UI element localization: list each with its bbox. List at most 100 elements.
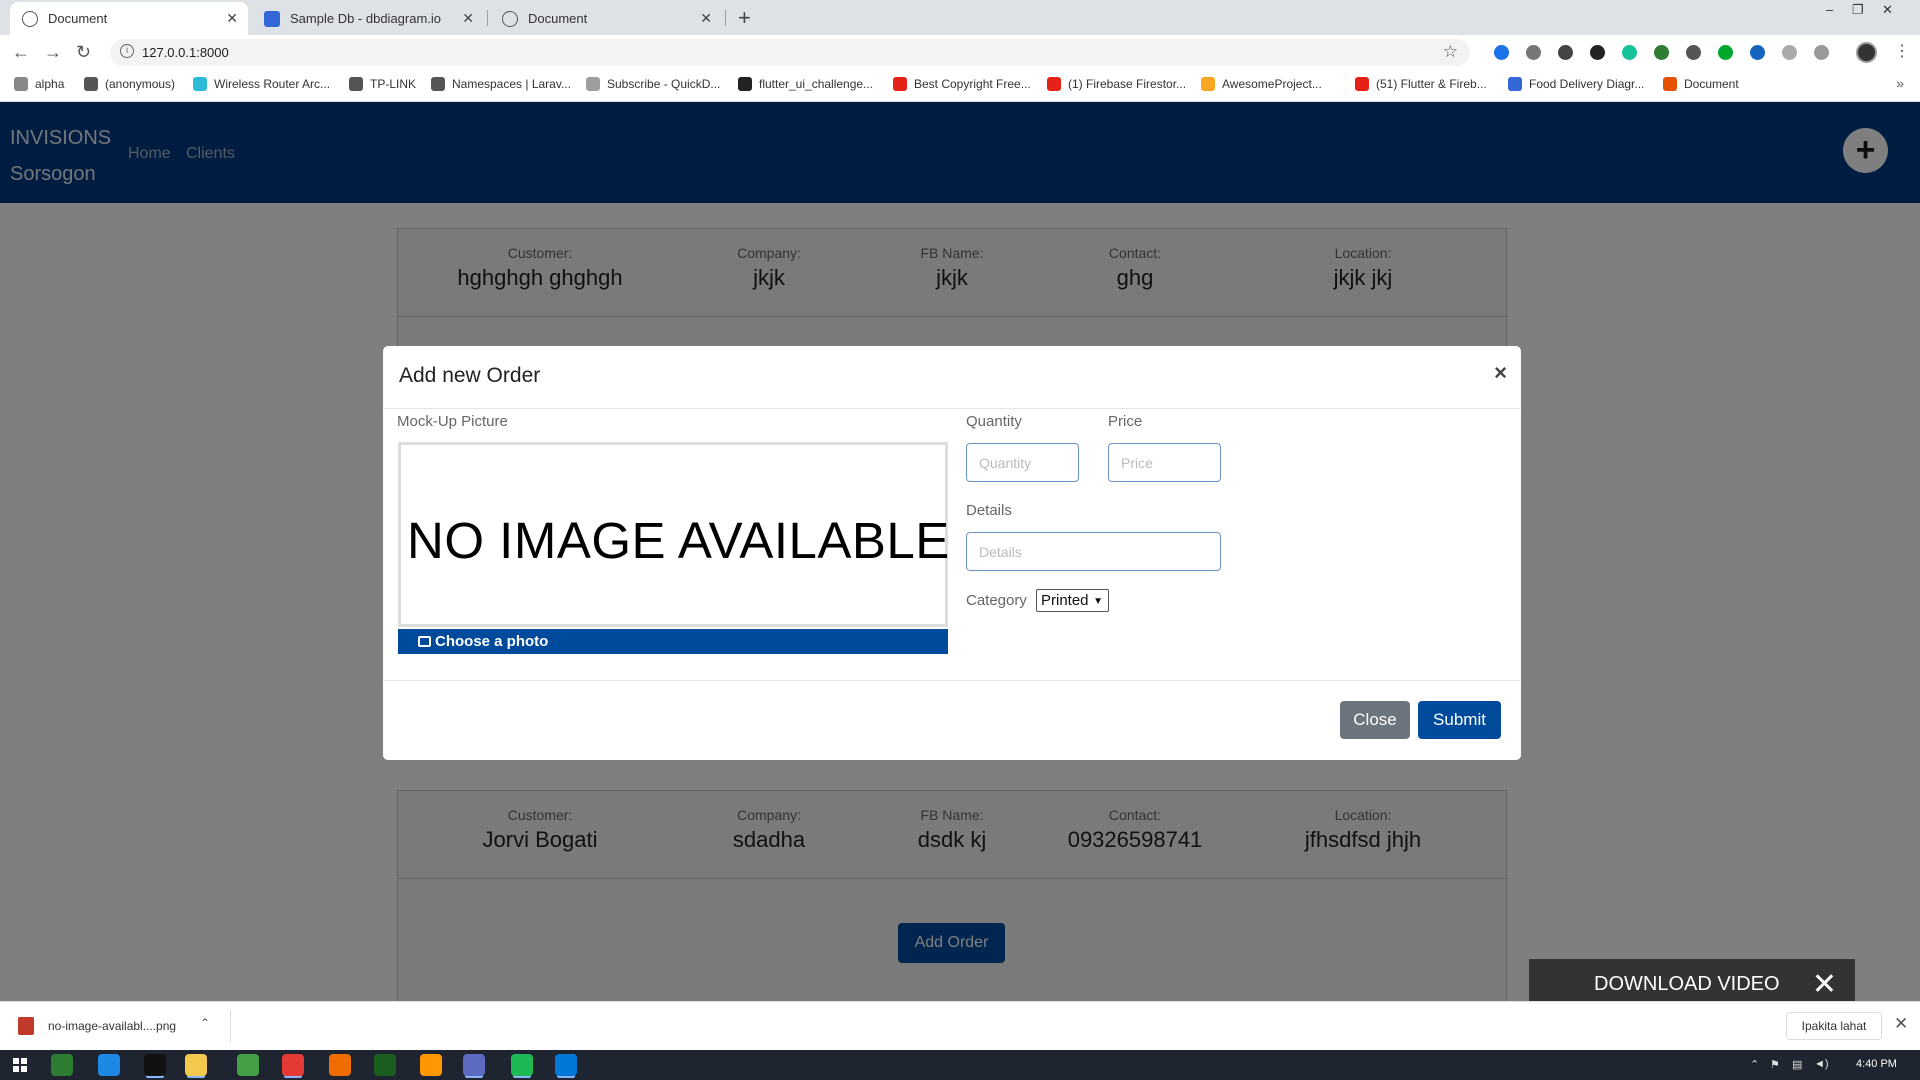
window-close-button[interactable]: ✕: [1882, 2, 1893, 18]
modal-title: Add new Order: [399, 364, 541, 387]
volume-icon[interactable]: ◄): [1814, 1058, 1829, 1070]
taskbar-app-icon[interactable]: [237, 1054, 259, 1076]
web-page: INVISIONS Sorsogon Home Clients + Custom…: [0, 102, 1920, 1001]
network-icon[interactable]: ▤: [1792, 1058, 1802, 1071]
mockup-label: Mock-Up Picture: [397, 413, 508, 430]
reload-icon[interactable]: ↻: [76, 42, 91, 63]
bookmark-favicon-icon: [431, 77, 445, 91]
chevron-down-icon: ▼: [1093, 596, 1103, 607]
extension-icon[interactable]: [1494, 45, 1509, 60]
details-input[interactable]: [966, 532, 1221, 571]
bookmark-item[interactable]: TP-LINK: [349, 77, 416, 91]
choose-photo-label: Choose a photo: [435, 633, 549, 650]
extension-icon[interactable]: [1590, 45, 1605, 60]
tab-close-icon[interactable]: ✕: [462, 10, 474, 27]
bookmark-item[interactable]: (anonymous): [84, 77, 175, 91]
extension-icon[interactable]: [1750, 45, 1765, 60]
price-input[interactable]: [1108, 443, 1221, 482]
close-button[interactable]: Close: [1340, 701, 1410, 739]
bookmark-item[interactable]: Best Copyright Free...: [893, 77, 1031, 91]
taskbar-app-icon[interactable]: [374, 1054, 396, 1076]
tab-close-icon[interactable]: ✕: [226, 10, 238, 27]
tab-close-icon[interactable]: ✕: [700, 10, 712, 27]
bookmark-label: TP-LINK: [370, 77, 417, 91]
bookmark-favicon-icon: [586, 77, 600, 91]
bookmark-item[interactable]: (51) Flutter & Fireb...: [1355, 77, 1487, 91]
quantity-input[interactable]: [966, 443, 1079, 482]
choose-photo-button[interactable]: Choose a photo: [398, 629, 948, 654]
tray-flag-icon[interactable]: ⚑: [1770, 1058, 1780, 1071]
tab-document-active[interactable]: Document ✕: [10, 2, 248, 35]
chevron-up-icon[interactable]: ⌃: [200, 1016, 210, 1030]
no-image-text: NO IMAGE AVAILABLE: [407, 512, 950, 569]
bookmark-favicon-icon: [1663, 77, 1677, 91]
bookmark-favicon-icon: [1508, 77, 1522, 91]
category-selected-value: Printed: [1041, 592, 1089, 609]
taskbar-app-icon[interactable]: [51, 1054, 73, 1076]
quantity-label: Quantity: [966, 413, 1022, 430]
minimize-button[interactable]: –: [1826, 2, 1833, 17]
extension-icon[interactable]: [1686, 45, 1701, 60]
vscode-icon[interactable]: [555, 1054, 577, 1076]
bookmark-favicon-icon: [1201, 77, 1215, 91]
bookmark-item[interactable]: Subscribe - QuickD...: [586, 77, 720, 91]
bookmark-item[interactable]: Namespaces | Larav...: [431, 77, 571, 91]
bookmarks-overflow-button[interactable]: »: [1896, 75, 1904, 91]
details-label: Details: [966, 502, 1012, 519]
downloads-close-icon[interactable]: ✕: [1894, 1014, 1908, 1034]
profile-avatar[interactable]: [1856, 42, 1877, 63]
bookmark-item[interactable]: Wireless Router Arc...: [193, 77, 330, 91]
restore-button[interactable]: ❐: [1852, 2, 1864, 18]
spotify-icon[interactable]: [511, 1054, 533, 1076]
price-label: Price: [1108, 413, 1143, 430]
url-text[interactable]: 127.0.0.1:8000: [142, 45, 229, 60]
bookmark-favicon-icon: [1355, 77, 1369, 91]
windows-start-icon[interactable]: [13, 1058, 27, 1072]
grammarly-icon[interactable]: [1622, 45, 1637, 60]
bookmark-item[interactable]: (1) Firebase Firestor...: [1047, 77, 1186, 91]
tab-divider: [487, 10, 488, 26]
taskbar-app-icon[interactable]: [463, 1054, 485, 1076]
download-item[interactable]: no-image-availabl....png: [18, 1017, 176, 1035]
show-all-button[interactable]: Ipakita lahat: [1786, 1012, 1882, 1040]
tab-dbdiagram[interactable]: Sample Db - dbdiagram.io ✕: [252, 2, 484, 35]
chrome-icon[interactable]: [282, 1054, 304, 1076]
taskbar-app-icon[interactable]: [329, 1054, 351, 1076]
submit-button[interactable]: Submit: [1418, 701, 1501, 739]
internet-explorer-icon[interactable]: [98, 1054, 120, 1076]
sublime-text-icon[interactable]: [420, 1054, 442, 1076]
forward-arrow-icon[interactable]: →: [44, 42, 62, 63]
extension-icon[interactable]: [1782, 45, 1797, 60]
bookmark-star-icon[interactable]: ☆: [1443, 42, 1458, 62]
close-icon[interactable]: ✕: [1812, 967, 1837, 1001]
bookmark-favicon-icon: [893, 77, 907, 91]
bookmark-item[interactable]: flutter_ui_challenge...: [738, 77, 873, 91]
back-arrow-icon[interactable]: ←: [12, 42, 30, 63]
file-explorer-icon[interactable]: [185, 1054, 207, 1076]
extension-icon[interactable]: [1526, 45, 1541, 60]
extension-icon[interactable]: [1814, 45, 1829, 60]
tab-label: Document: [528, 11, 588, 26]
evernote-icon[interactable]: [1718, 45, 1733, 60]
bookmark-item[interactable]: alpha: [14, 77, 64, 91]
dbdiagram-icon: [264, 10, 280, 27]
tab-label: Sample Db - dbdiagram.io: [290, 11, 442, 26]
bookmark-item[interactable]: Document: [1663, 77, 1739, 91]
extension-icon[interactable]: [1558, 45, 1573, 60]
tab-document[interactable]: Document ✕: [490, 2, 722, 35]
bookmark-label: AwesomeProject...: [1222, 77, 1322, 91]
address-bar[interactable]: i 127.0.0.1:8000 ☆: [110, 39, 1470, 66]
phpstorm-icon[interactable]: [144, 1054, 166, 1076]
bookmark-label: Namespaces | Larav...: [452, 77, 571, 91]
tray-chevron-icon[interactable]: ⌃: [1750, 1058, 1759, 1071]
chrome-menu-icon[interactable]: ⋮: [1894, 41, 1910, 61]
extension-icon[interactable]: [1654, 45, 1669, 60]
bookmark-item[interactable]: Food Delivery Diagr...: [1508, 77, 1644, 91]
bookmark-item[interactable]: AwesomeProject...: [1201, 77, 1322, 91]
site-info-icon[interactable]: i: [120, 44, 134, 58]
new-tab-button[interactable]: +: [738, 5, 751, 31]
download-video-overlay[interactable]: DOWNLOAD VIDEO ✕: [1529, 959, 1855, 1001]
category-select[interactable]: Printed ▼: [1036, 589, 1109, 612]
modal-close-icon[interactable]: ×: [1494, 360, 1507, 386]
clock[interactable]: 4:40 PM: [1856, 1058, 1897, 1070]
